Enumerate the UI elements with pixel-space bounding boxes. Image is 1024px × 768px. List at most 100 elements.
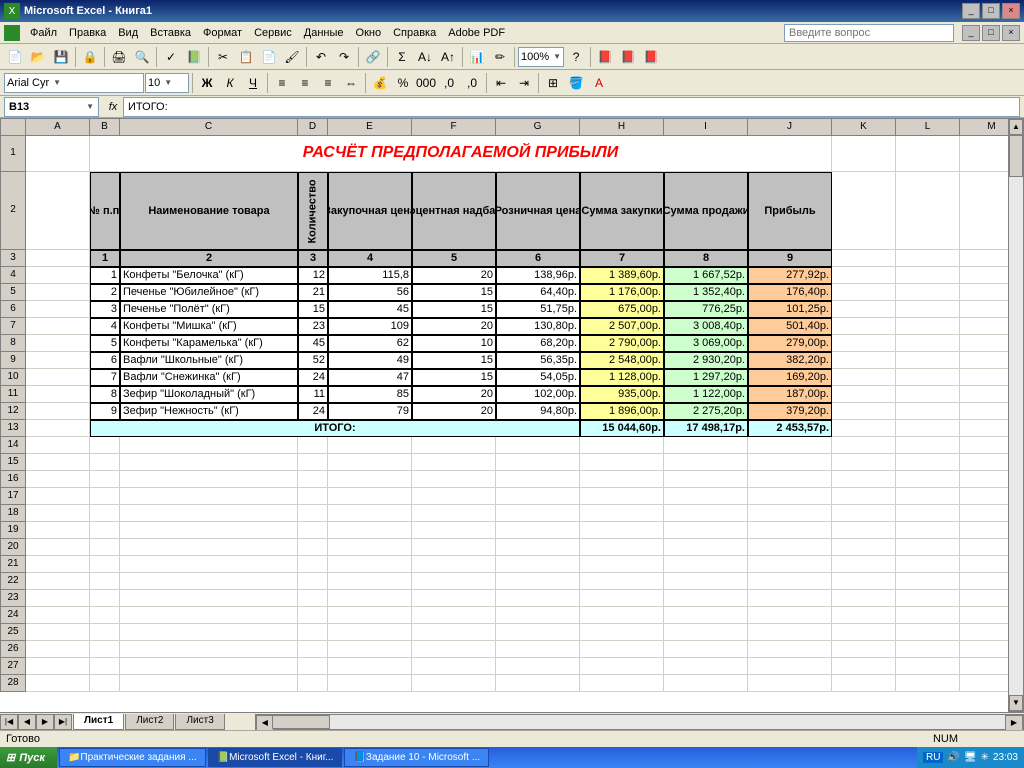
menu-view[interactable]: Вид — [112, 25, 144, 41]
cell[interactable] — [496, 505, 580, 522]
cell[interactable] — [298, 573, 328, 590]
cell[interactable] — [832, 607, 896, 624]
cell[interactable] — [896, 250, 960, 267]
cell[interactable]: 2 453,57р. — [748, 420, 832, 437]
cell[interactable] — [120, 641, 298, 658]
cell[interactable] — [580, 641, 664, 658]
cell[interactable] — [328, 573, 412, 590]
cell[interactable] — [496, 590, 580, 607]
cell[interactable]: 56 — [328, 284, 412, 301]
sort-desc-button[interactable]: A↑ — [437, 46, 459, 68]
cell[interactable] — [26, 505, 90, 522]
cell[interactable] — [664, 437, 748, 454]
cell[interactable]: 45 — [328, 301, 412, 318]
cell[interactable]: 8 — [90, 386, 120, 403]
cell[interactable] — [832, 658, 896, 675]
row-header-2[interactable]: 2 — [0, 172, 26, 250]
cell[interactable]: 501,40р. — [748, 318, 832, 335]
cell[interactable] — [832, 573, 896, 590]
tab-nav-next[interactable]: ▶ — [36, 714, 54, 730]
row-header-15[interactable]: 15 — [0, 454, 26, 471]
cell[interactable]: 3 — [298, 250, 328, 267]
cell[interactable] — [664, 471, 748, 488]
col-header-J[interactable]: J — [748, 118, 832, 136]
cell[interactable]: 101,25р. — [748, 301, 832, 318]
cell[interactable] — [496, 658, 580, 675]
cell[interactable]: Вафли "Снежинка" (кГ) — [120, 369, 298, 386]
cell[interactable]: 1 — [90, 267, 120, 284]
cell[interactable] — [328, 522, 412, 539]
cell[interactable] — [832, 318, 896, 335]
cell[interactable] — [748, 488, 832, 505]
cell[interactable]: 102,00р. — [496, 386, 580, 403]
cell[interactable]: 15 — [412, 352, 496, 369]
cell[interactable] — [298, 505, 328, 522]
taskbar-item-3[interactable]: 📘 Задание 10 - Microsoft ... — [344, 748, 489, 767]
cell[interactable]: Конфеты "Карамелька" (кГ) — [120, 335, 298, 352]
cell[interactable] — [26, 172, 90, 250]
system-tray[interactable]: RU 🔊 🖥 ✳ 23:03 — [917, 747, 1024, 768]
cell[interactable] — [832, 675, 896, 692]
cell[interactable] — [896, 658, 960, 675]
cell[interactable]: 3 008,40р. — [664, 318, 748, 335]
cell[interactable] — [90, 658, 120, 675]
row-header-19[interactable]: 19 — [0, 522, 26, 539]
cell[interactable] — [664, 590, 748, 607]
cell[interactable] — [748, 522, 832, 539]
cell[interactable]: 6 — [90, 352, 120, 369]
row-header-4[interactable]: 4 — [0, 267, 26, 284]
cell[interactable] — [120, 454, 298, 471]
cell[interactable] — [298, 607, 328, 624]
cell[interactable]: Зефир "Нежность" (кГ) — [120, 403, 298, 420]
cell[interactable] — [412, 658, 496, 675]
cell[interactable] — [496, 539, 580, 556]
cell[interactable]: Сумма продажи — [664, 172, 748, 250]
cell[interactable] — [298, 624, 328, 641]
cell[interactable]: 10 — [412, 335, 496, 352]
cell[interactable] — [896, 556, 960, 573]
cell[interactable] — [580, 488, 664, 505]
cell[interactable]: Сумма закупки — [580, 172, 664, 250]
cell[interactable] — [412, 556, 496, 573]
cell[interactable] — [26, 437, 90, 454]
cell[interactable]: № п.п. — [90, 172, 120, 250]
cell[interactable]: 15 — [412, 369, 496, 386]
cell[interactable]: 115,8 — [328, 267, 412, 284]
cell[interactable] — [496, 437, 580, 454]
cell[interactable] — [298, 590, 328, 607]
cell[interactable] — [664, 573, 748, 590]
cell[interactable] — [664, 675, 748, 692]
cell[interactable] — [120, 539, 298, 556]
cell[interactable] — [832, 437, 896, 454]
cell[interactable] — [832, 369, 896, 386]
cell[interactable]: 1 — [90, 250, 120, 267]
tab-nav-first[interactable]: |◀ — [0, 714, 18, 730]
cell[interactable] — [26, 352, 90, 369]
cell[interactable] — [896, 301, 960, 318]
cell[interactable] — [896, 420, 960, 437]
menu-format[interactable]: Формат — [197, 25, 248, 41]
cell[interactable]: 24 — [298, 403, 328, 420]
borders-button[interactable]: ⊞ — [542, 72, 564, 94]
menu-edit[interactable]: Правка — [63, 25, 112, 41]
cell[interactable] — [26, 539, 90, 556]
cell[interactable] — [832, 250, 896, 267]
cell[interactable] — [26, 573, 90, 590]
taskbar-item-2[interactable]: 📗 Microsoft Excel - Книг... — [208, 748, 343, 767]
cell[interactable] — [496, 607, 580, 624]
cell[interactable] — [26, 420, 90, 437]
cell[interactable] — [26, 624, 90, 641]
cell[interactable] — [298, 522, 328, 539]
row-header-16[interactable]: 16 — [0, 471, 26, 488]
cell[interactable]: 85 — [328, 386, 412, 403]
cell[interactable]: 94,80р. — [496, 403, 580, 420]
cell[interactable] — [896, 505, 960, 522]
cell[interactable]: 2 790,00р. — [580, 335, 664, 352]
cell[interactable]: 9 — [90, 403, 120, 420]
cell[interactable]: 3 — [90, 301, 120, 318]
sort-asc-button[interactable]: A↓ — [414, 46, 436, 68]
autosum-button[interactable]: Σ — [391, 46, 413, 68]
cell[interactable] — [90, 505, 120, 522]
cell[interactable] — [896, 172, 960, 250]
col-header-I[interactable]: I — [664, 118, 748, 136]
